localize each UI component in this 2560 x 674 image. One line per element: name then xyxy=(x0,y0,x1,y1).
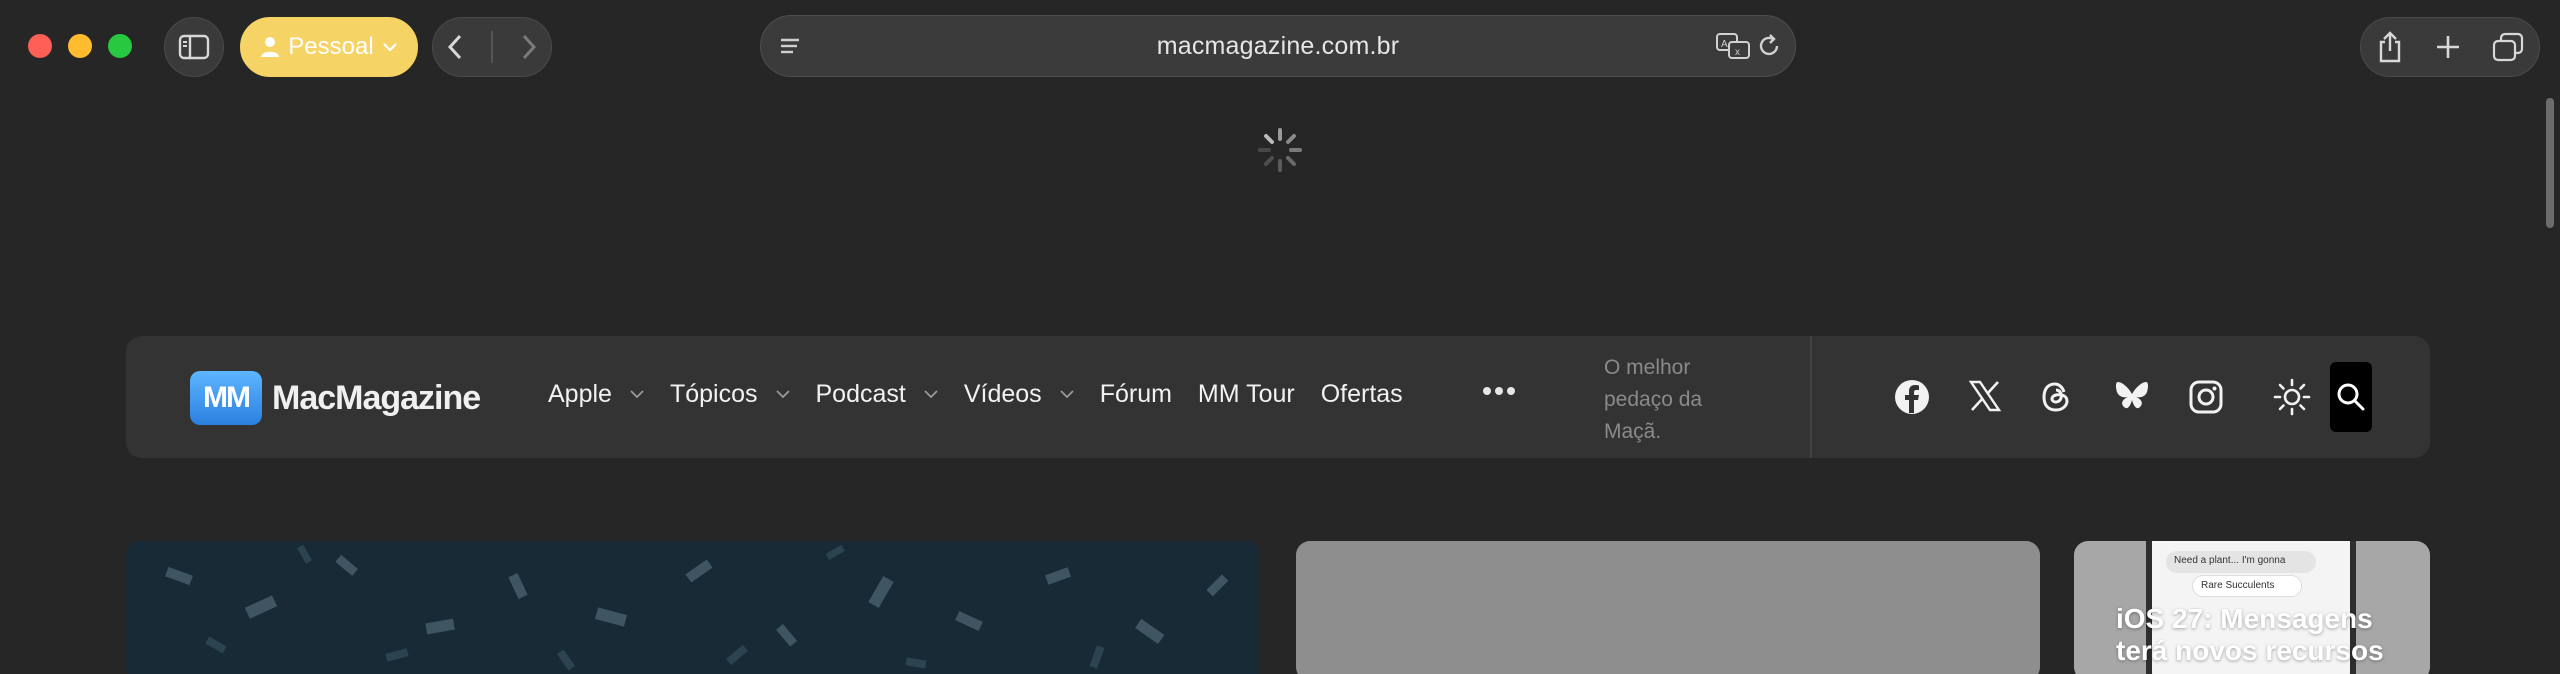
nav-item-podcast[interactable]: Podcast xyxy=(816,380,938,409)
x-icon[interactable] xyxy=(1968,379,2002,413)
sun-icon[interactable] xyxy=(2272,377,2312,417)
header-divider xyxy=(1810,336,1812,458)
tab-overview-icon[interactable] xyxy=(2492,32,2524,62)
profile-button[interactable]: Pessoal xyxy=(240,17,418,77)
site-nav: Apple Tópicos Podcast Vídeos Fórum MM To… xyxy=(548,380,1429,409)
nav-item-label: Fórum xyxy=(1099,380,1172,408)
address-bar[interactable]: macmagazine.com.br A x xyxy=(760,15,1796,77)
chevron-down-icon xyxy=(775,390,790,399)
nav-item-mm-tour[interactable]: MM Tour xyxy=(1198,380,1295,409)
loading-spinner-icon xyxy=(1258,128,1302,172)
forward-icon[interactable] xyxy=(520,33,538,61)
nav-item-label: Podcast xyxy=(815,380,906,408)
phone-message-bubble: Need a plant... I'm gonna xyxy=(2166,551,2316,573)
nav-item-label: MM Tour xyxy=(1197,380,1295,408)
nav-item-label: Ofertas xyxy=(1320,380,1403,408)
minimize-window-button[interactable] xyxy=(68,34,92,58)
search-button[interactable] xyxy=(2330,362,2372,432)
nav-item-label: Vídeos xyxy=(963,380,1042,408)
chevron-down-icon xyxy=(382,43,397,52)
sidebar-icon xyxy=(178,34,210,60)
chevron-down-icon xyxy=(924,390,938,399)
url-text: macmagazine.com.br xyxy=(1156,32,1400,60)
nav-item-label: Apple xyxy=(548,380,612,408)
nav-item-videos[interactable]: Vídeos xyxy=(964,380,1074,409)
chevron-down-icon xyxy=(630,390,644,399)
reload-icon[interactable] xyxy=(1753,30,1785,62)
more-icon[interactable] xyxy=(1482,386,1516,396)
logo-mark: MM xyxy=(190,371,262,425)
nav-item-apple[interactable]: Apple xyxy=(548,380,644,409)
logo-text: MacMagazine xyxy=(272,378,481,417)
navigation-buttons xyxy=(432,17,552,77)
nav-divider xyxy=(490,31,493,63)
page-scrollbar[interactable] xyxy=(2546,98,2554,228)
person-icon xyxy=(261,37,280,57)
nav-item-ofertas[interactable]: Ofertas xyxy=(1321,380,1403,409)
browser-window: Pessoal macmagazine.com.br A x MM MacMag… xyxy=(0,0,2560,674)
close-window-button[interactable] xyxy=(28,34,52,58)
search-icon xyxy=(2337,383,2365,411)
toolbar-right-buttons xyxy=(2360,17,2540,77)
translate-icon[interactable]: A x xyxy=(1715,30,1751,62)
threads-icon[interactable] xyxy=(2040,379,2072,415)
article-title: iOS 27: Mensagens terá novos recursos xyxy=(2116,603,2384,666)
new-tab-icon[interactable] xyxy=(2434,33,2462,61)
nav-item-topicos[interactable]: Tópicos xyxy=(670,380,790,409)
svg-text:A: A xyxy=(1721,39,1728,50)
nav-item-forum[interactable]: Fórum xyxy=(1100,380,1172,409)
browser-toolbar: Pessoal macmagazine.com.br A x xyxy=(0,0,2560,92)
share-icon[interactable] xyxy=(2376,30,2404,64)
maximize-window-button[interactable] xyxy=(108,34,132,58)
sidebar-toggle-button[interactable] xyxy=(164,17,224,77)
phone-message-bubble: Rare Succulents xyxy=(2192,575,2302,597)
site-header: MM MacMagazine Apple Tópicos Podcast Víd… xyxy=(126,336,2430,458)
featured-article-card[interactable] xyxy=(126,541,1260,674)
instagram-icon[interactable] xyxy=(2188,379,2224,415)
svg-text:x: x xyxy=(1735,47,1740,58)
chevron-down-icon xyxy=(1060,390,1074,399)
bluesky-icon[interactable] xyxy=(2114,379,2150,413)
article-card[interactable] xyxy=(1296,541,2040,674)
site-logo[interactable]: MM MacMagazine xyxy=(190,371,481,425)
facebook-icon[interactable] xyxy=(1894,379,1930,415)
back-icon[interactable] xyxy=(446,33,464,61)
article-card-ios-27[interactable]: Need a plant... I'm gonna Rare Succulent… xyxy=(2074,541,2430,674)
nav-item-label: Tópicos xyxy=(669,380,758,408)
confetti-image xyxy=(126,541,1260,674)
profile-label: Pessoal xyxy=(288,33,374,60)
site-tagline: O melhor pedaço da Maçã. xyxy=(1604,356,1703,443)
